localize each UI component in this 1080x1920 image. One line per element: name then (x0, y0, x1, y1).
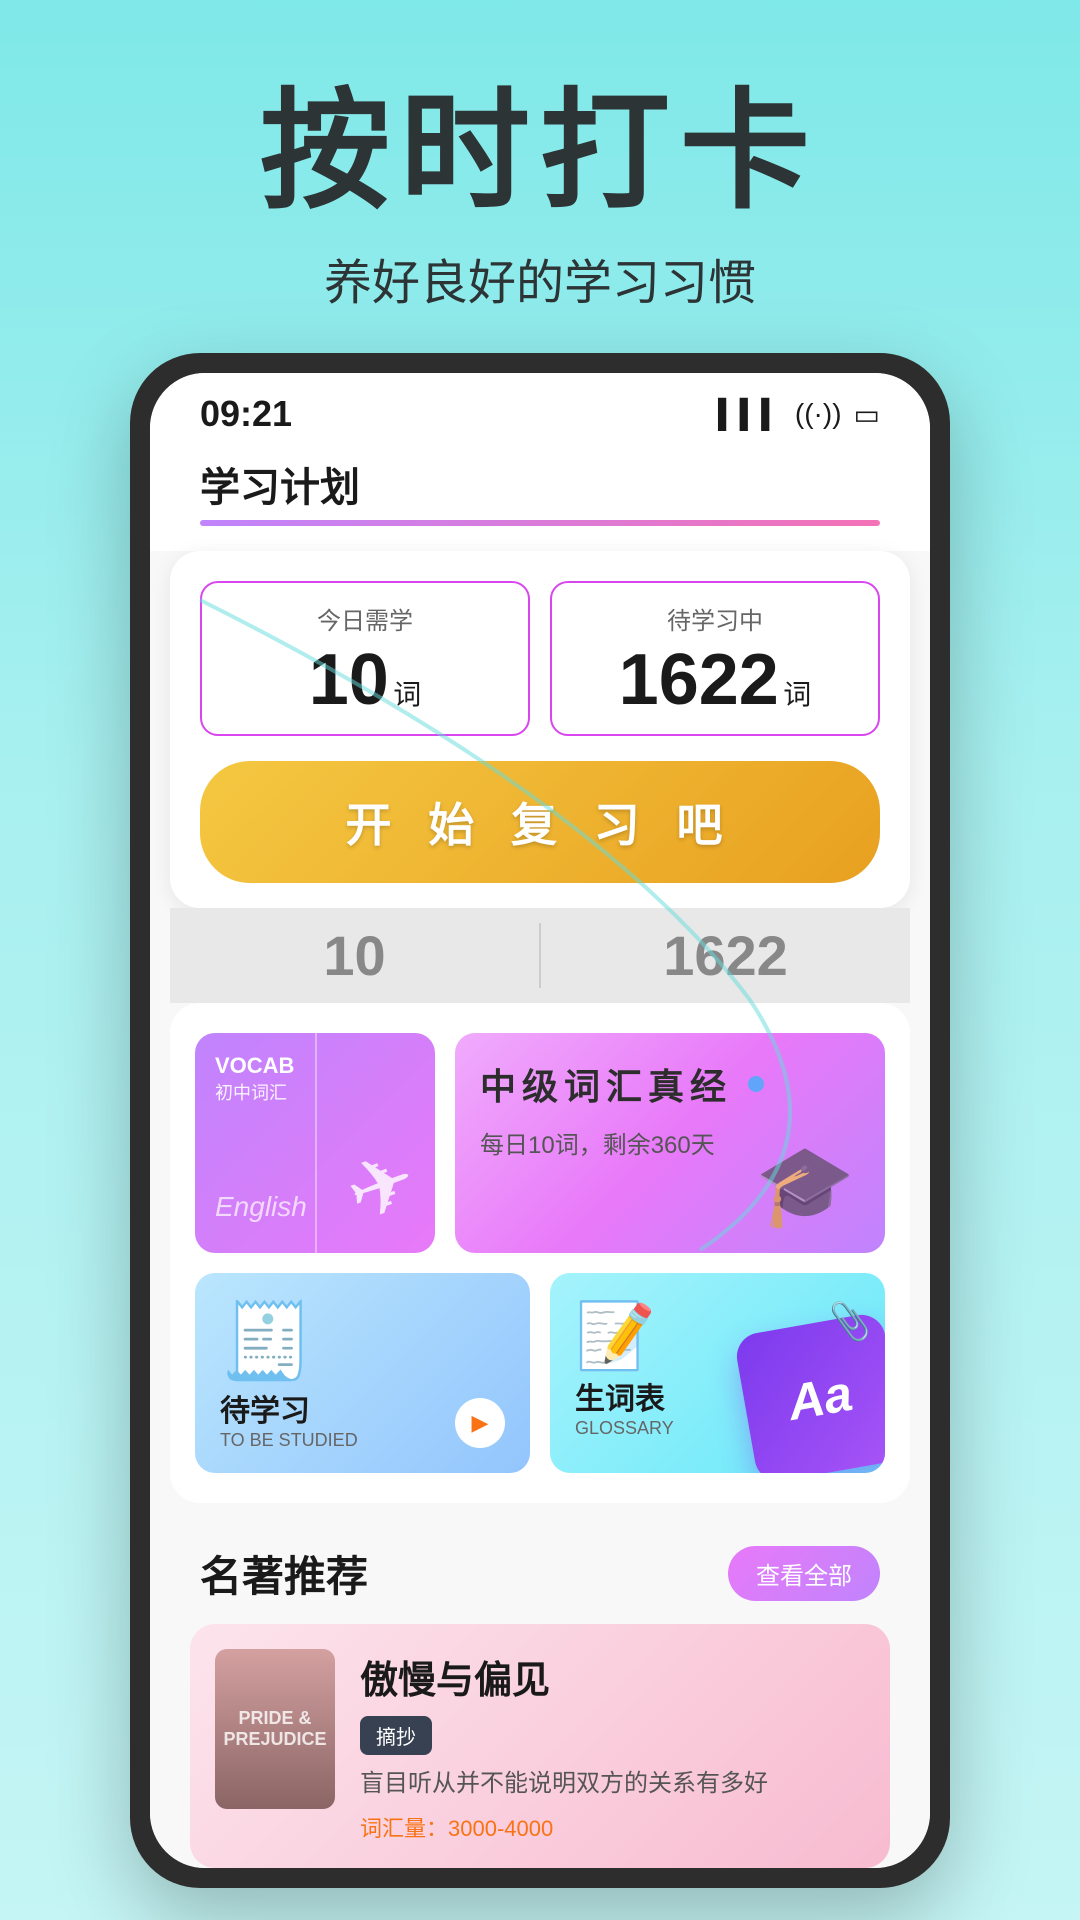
app-title-wrapper: 学习计划 (200, 455, 880, 531)
book-cover: PRIDE & PREJUDICE (215, 1649, 335, 1809)
pending-stats-box: 待学习中 1622 词 (550, 581, 880, 736)
glossary-action-card[interactable]: 📝 生词表 GLOSSARY Aa 📎 (550, 1273, 885, 1473)
pending-value: 1622 (619, 640, 779, 720)
second-stat-2: 1622 (561, 923, 890, 988)
receipt-icon: 🧾 (220, 1298, 505, 1386)
phone-mockup: 09:21 ▍▍▍ ((·)) ▭ 学习计划 今日需学 10 词 (130, 353, 950, 1888)
second-value-1: 10 (323, 924, 385, 987)
view-all-button[interactable]: 查看全部 (728, 1546, 880, 1601)
vocab-large-card[interactable]: 中级词汇真经 每日10词，剩余360天 🎓 (455, 1033, 885, 1253)
bottom-section: 名著推荐 查看全部 PRIDE & PREJUDICE 傲慢与偏见 摘抄 盲目听… (150, 1503, 930, 1868)
card-divider (315, 1033, 317, 1253)
phone-inner: 09:21 ▍▍▍ ((·)) ▭ 学习计划 今日需学 10 词 (150, 373, 930, 1868)
book-title: 傲慢与偏见 (360, 1649, 865, 1704)
today-label: 今日需学 (222, 601, 508, 636)
card-title-row: 中级词汇真经 (480, 1058, 860, 1110)
action-row: 🧾 待学习 TO BE STUDIED ▶ 📝 生词表 GLOSSARY Aa … (195, 1273, 885, 1473)
today-unit: 词 (393, 679, 421, 710)
second-value-2: 1622 (663, 924, 788, 987)
app-header: 学习计划 (150, 445, 930, 551)
today-value-row: 10 词 (222, 644, 508, 716)
status-bar: 09:21 ▍▍▍ ((·)) ▭ (150, 373, 930, 445)
study-stats-row: 今日需学 10 词 待学习中 1622 词 (200, 581, 880, 736)
start-review-button[interactable]: 开 始 复 习 吧 (200, 761, 880, 883)
pending-value-row: 1622 词 (572, 644, 858, 716)
status-icons: ▍▍▍ ((·)) ▭ (718, 398, 880, 431)
sub-title: 养好良好的学习习惯 (0, 243, 1080, 313)
vocab-row: VOCAB 初中词汇 English ✈ 中级词汇真经 每日10词，剩余360天… (195, 1033, 885, 1253)
pending-unit: 词 (783, 679, 811, 710)
blue-dot-icon (748, 1076, 764, 1092)
book-card[interactable]: PRIDE & PREJUDICE 傲慢与偏见 摘抄 盲目听从并不能说明双方的关… (190, 1624, 890, 1868)
battery-icon: ▭ (854, 398, 880, 431)
book-info: 傲慢与偏见 摘抄 盲目听从并不能说明双方的关系有多好 词汇量：3000-4000 (360, 1649, 865, 1843)
book-desc: 盲目听从并不能说明双方的关系有多好 (360, 1767, 865, 1801)
vocab-large-title: 中级词汇真经 (480, 1058, 732, 1110)
status-time: 09:21 (200, 393, 292, 435)
recommend-title: 名著推荐 (200, 1543, 368, 1604)
main-title: 按时打卡 (0, 80, 1080, 223)
signal-icon: ▍▍▍ (718, 398, 783, 431)
aa-text: Aa (783, 1364, 856, 1432)
header-section: 按时打卡 养好良好的学习习惯 (0, 0, 1080, 353)
today-stats-box: 今日需学 10 词 (200, 581, 530, 736)
study-card: 今日需学 10 词 待学习中 1622 词 开 始 复 习 吧 (170, 551, 910, 908)
cards-section: VOCAB 初中词汇 English ✈ 中级词汇真经 每日10词，剩余360天… (170, 1003, 910, 1503)
second-stat-1: 10 (190, 923, 519, 988)
3d-box: Aa 📎 (733, 1311, 885, 1473)
play-button[interactable]: ▶ (455, 1398, 505, 1448)
paper-plane-icon: ✈ (334, 1131, 429, 1241)
book-tag: 摘抄 (360, 1716, 432, 1755)
book-cover-inner: PRIDE & PREJUDICE (215, 1649, 335, 1809)
second-panel-partial: 10 1622 (170, 908, 910, 1003)
wifi-icon: ((·)) (795, 398, 842, 430)
3d-decoration: Aa 📎 (745, 1323, 885, 1473)
vocab-small-card[interactable]: VOCAB 初中词汇 English ✈ (195, 1033, 435, 1253)
graduation-cap-icon: 🎓 (755, 1139, 855, 1233)
section-header: 名著推荐 查看全部 (170, 1523, 910, 1624)
book-vocab: 词汇量：3000-4000 (360, 1811, 865, 1843)
panel-divider (539, 923, 541, 988)
english-watermark: English (215, 1191, 307, 1223)
app-title: 学习计划 (200, 466, 360, 510)
today-value: 10 (309, 640, 389, 720)
paperclip-icon: 📎 (827, 1300, 874, 1345)
pending-action-card[interactable]: 🧾 待学习 TO BE STUDIED ▶ (195, 1273, 530, 1473)
dot-cluster (763, 1471, 807, 1473)
pending-label: 待学习中 (572, 601, 858, 636)
app-title-underline (200, 520, 880, 526)
